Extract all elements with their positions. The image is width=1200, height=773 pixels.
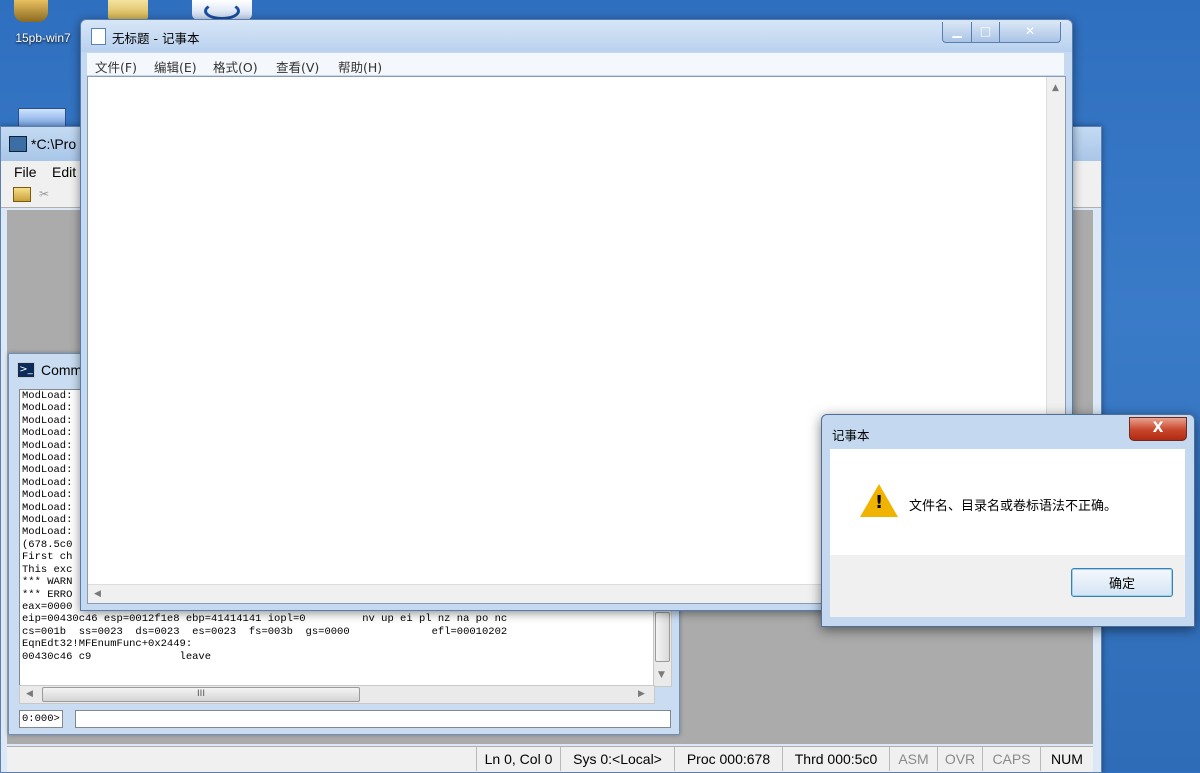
menu-view[interactable]: 查看(V) bbox=[276, 57, 319, 76]
status-bar: Ln 0, Col 0 Sys 0:<Local> Proc 000:678 T… bbox=[7, 746, 1093, 772]
command-prompt-icon: >_ bbox=[17, 362, 35, 378]
status-line-col: Ln 0, Col 0 bbox=[476, 747, 560, 771]
dialog-footer: 确定 bbox=[830, 555, 1185, 617]
folder-icon[interactable] bbox=[108, 0, 148, 20]
command-output-line: EqnEdt32!MFEnumFunc+0x2449: bbox=[22, 638, 193, 651]
scroll-left-icon[interactable]: ◀ bbox=[26, 689, 33, 699]
command-output-line: cs=001b ss=0023 ds=0023 es=0023 fs=003b … bbox=[22, 625, 508, 638]
cut-icon[interactable]: ✂ bbox=[39, 187, 49, 201]
windbg-title: *C:\Pro bbox=[31, 136, 77, 152]
scroll-up-icon[interactable]: ▲ bbox=[1052, 83, 1059, 93]
close-icon: X bbox=[1152, 420, 1164, 436]
command-prompt-row: 0:000> bbox=[19, 710, 671, 728]
minimize-icon: ▁ bbox=[952, 24, 962, 38]
scrollbar-thumb[interactable]: III bbox=[42, 687, 360, 702]
scrollbar-thumb[interactable] bbox=[655, 612, 670, 662]
maximize-button[interactable]: □ bbox=[971, 22, 1000, 43]
menu-format[interactable]: 格式(O) bbox=[213, 57, 258, 76]
notepad-title: 无标题 - 记事本 bbox=[112, 31, 200, 46]
command-horizontal-scrollbar[interactable]: ◀ III ▶ bbox=[19, 685, 655, 704]
user-folder-icon[interactable] bbox=[14, 0, 48, 22]
scroll-down-icon[interactable]: ▼ bbox=[658, 670, 665, 680]
command-input[interactable] bbox=[75, 710, 671, 728]
command-vertical-scrollbar[interactable]: ▼ bbox=[653, 609, 672, 687]
command-output-line: eip=00430c46 esp=0012f1e8 ebp=41414141 i… bbox=[22, 613, 508, 626]
application-icon[interactable] bbox=[192, 0, 252, 20]
status-system: Sys 0:<Local> bbox=[560, 747, 674, 771]
status-ovr: OVR bbox=[937, 747, 982, 771]
command-prompt-label: 0:000> bbox=[19, 710, 63, 728]
desktop-icon-label[interactable]: 15pb-win7 bbox=[4, 31, 82, 45]
close-icon: ✕ bbox=[1024, 24, 1036, 38]
command-window-title: Comm bbox=[41, 362, 83, 378]
maximize-icon: □ bbox=[979, 24, 992, 38]
scroll-right-icon[interactable]: ▶ bbox=[638, 689, 645, 699]
dialog-title: 记事本 bbox=[832, 428, 870, 443]
menu-edit[interactable]: 编辑(E) bbox=[154, 57, 197, 76]
ok-button[interactable]: 确定 bbox=[1071, 568, 1173, 597]
windbg-app-icon bbox=[9, 136, 27, 152]
notepad-titlebar[interactable]: 无标题 - 记事本 ▁ □ ✕ bbox=[81, 20, 1072, 52]
dialog-close-button[interactable]: X bbox=[1129, 417, 1187, 441]
dialog-message: 文件名、目录名或卷标语法不正确。 bbox=[909, 499, 1118, 514]
status-caps: CAPS bbox=[982, 747, 1040, 771]
notepad-menubar: 文件(F) 编辑(E) 格式(O) 查看(V) 帮助(H) bbox=[87, 53, 1064, 75]
open-folder-icon[interactable] bbox=[13, 187, 31, 202]
menu-help[interactable]: 帮助(H) bbox=[338, 57, 382, 76]
menu-file[interactable]: File bbox=[14, 164, 37, 180]
menu-file[interactable]: 文件(F) bbox=[95, 57, 137, 76]
scroll-left-icon[interactable]: ◀ bbox=[94, 589, 101, 599]
status-thread: Thrd 000:5c0 bbox=[782, 747, 889, 771]
warning-icon: ! bbox=[860, 484, 898, 517]
close-button[interactable]: ✕ bbox=[999, 22, 1061, 43]
status-process: Proc 000:678 bbox=[674, 747, 782, 771]
menu-edit[interactable]: Edit bbox=[52, 164, 76, 180]
command-output-line: 00430c46 c9 leave bbox=[22, 650, 212, 663]
notepad-app-icon bbox=[91, 28, 106, 45]
minimize-button[interactable]: ▁ bbox=[942, 22, 972, 43]
error-dialog: 记事本 X ! 文件名、目录名或卷标语法不正确。 确定 bbox=[821, 414, 1195, 627]
status-asm: ASM bbox=[889, 747, 937, 771]
status-num: NUM bbox=[1040, 747, 1093, 771]
dialog-body: ! 文件名、目录名或卷标语法不正确。 bbox=[830, 449, 1185, 555]
